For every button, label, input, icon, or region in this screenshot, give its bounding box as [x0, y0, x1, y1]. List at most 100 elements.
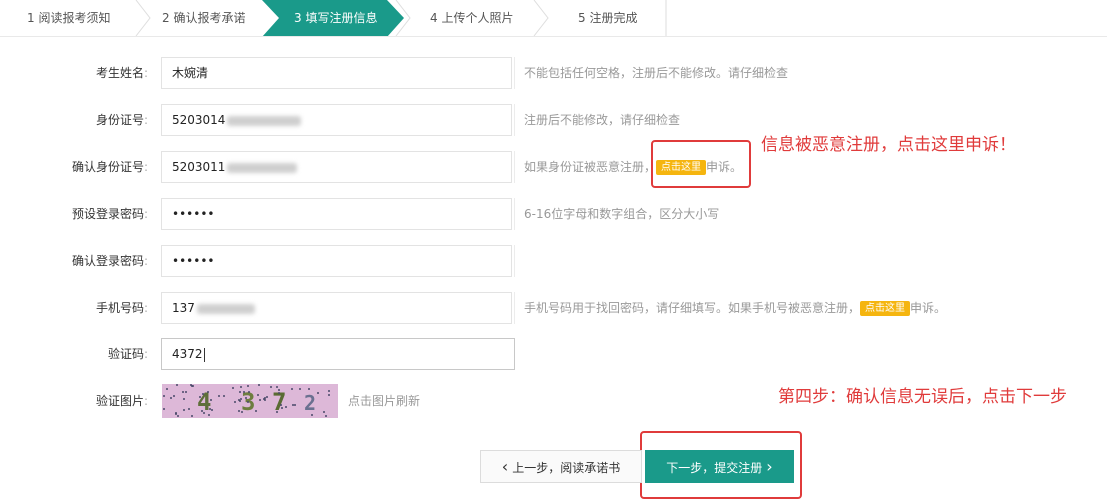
annotation-complain-text: 信息被恶意注册，点击这里申诉！ [761, 135, 1016, 155]
password-hint: 6-16位字母和数字组合，区分大小写 [524, 207, 720, 221]
captcha-noise-dot [240, 398, 242, 400]
id-number-input[interactable]: 5203014 [161, 104, 512, 136]
captcha-noise-dot [276, 386, 278, 388]
captcha-noise-dot [182, 391, 184, 393]
step-2-label: 2 确认报考承诺 [162, 11, 246, 25]
captcha-noise-dot [209, 408, 211, 410]
id-number-value: 5203014 [172, 113, 226, 127]
prev-step-button[interactable]: ‹ 上一步，阅读承诺书 [480, 450, 642, 483]
captcha-noise-dot [234, 401, 236, 403]
captcha-noise-dot [210, 399, 212, 401]
captcha-noise-dot [183, 398, 185, 400]
id-number-hint: 注册后不能修改，请仔细检查 [524, 113, 681, 127]
captcha-noise-dot [311, 414, 313, 416]
captcha-noise-dot [208, 414, 210, 416]
captcha-noise-dot [163, 408, 165, 410]
captcha-noise-dot [292, 404, 294, 406]
captcha-noise-dot [291, 388, 293, 390]
field-separator [514, 104, 515, 136]
password-input[interactable]: •••••• [161, 198, 512, 230]
complain-link-phone[interactable]: 点击这里 [860, 301, 911, 316]
captcha-refresh-hint: 点击图片刷新 [348, 394, 421, 408]
name-hint: 不能包括任何空格，注册后不能修改。请仔细检查 [524, 66, 789, 80]
redacted-blur [227, 115, 302, 126]
captcha-noise-dot [278, 389, 280, 391]
text-cursor [203, 347, 205, 362]
captcha-noise-dot [278, 392, 280, 394]
step-3-label-active: 3 填写注册信息 [294, 11, 378, 25]
captcha-noise-dot [190, 384, 192, 386]
step-progress-bar: 1 阅读报考须知 2 确认报考承诺 3 填写注册信息 4 上传个人照片 5 注册… [0, 0, 668, 37]
annotation-step4-text: 第四步：确认信息无误后，点击下一步 [778, 387, 1067, 407]
captcha-noise-dot [241, 411, 243, 413]
captcha-noise-dot [276, 411, 278, 413]
captcha-noise-dot [201, 410, 203, 412]
phone-value: 137 [172, 301, 195, 315]
field-separator [514, 57, 515, 89]
captcha-noise-dot [223, 395, 225, 397]
captcha-noise-dot [240, 386, 242, 388]
field-separator [514, 198, 515, 230]
captcha-noise-dot [308, 388, 310, 390]
captcha-noise-dot [259, 399, 261, 401]
step-bar-divider [0, 36, 1107, 37]
captcha-noise-dot [317, 392, 319, 394]
captcha-noise-dot [170, 397, 172, 399]
captcha-code-input[interactable]: 4372 [161, 338, 515, 370]
captcha-noise-dot [285, 406, 287, 408]
captcha-noise-dot [247, 385, 249, 387]
captcha-image[interactable]: 4 3 7 2 [162, 384, 338, 418]
captcha-noise-dot [177, 415, 179, 417]
id-confirm-label: 确认身份证号: [71, 160, 148, 174]
id-confirm-value: 5203011 [172, 160, 226, 174]
captcha-noise-dot [255, 410, 257, 412]
captcha-noise-dot [207, 391, 209, 393]
captcha-noise-dot [211, 409, 213, 411]
captcha-noise-dot [188, 408, 190, 410]
captcha-noise-dot [176, 384, 178, 386]
password-confirm-label: 确认登录密码: [71, 254, 148, 268]
captcha-noise-dot [173, 395, 175, 397]
captcha-noise-dot [239, 391, 241, 393]
captcha-noise-dot [257, 394, 259, 396]
phone-label: 手机号码: [95, 301, 148, 315]
annotation-box-complain [651, 140, 751, 188]
captcha-noise-dot [245, 397, 247, 399]
password-value: •••••• [172, 207, 215, 221]
name-label: 考生姓名: [95, 66, 148, 80]
captcha-noise-dot [199, 396, 201, 398]
captcha-noise-dot [163, 395, 165, 397]
chevron-left-icon: ‹ [501, 457, 509, 476]
redacted-blur [227, 162, 298, 173]
redacted-blur [196, 303, 255, 314]
field-separator [514, 292, 515, 324]
captcha-code-value: 4372 [172, 347, 203, 361]
step-1-label: 1 阅读报考须知 [27, 11, 111, 25]
captcha-noise-dot [243, 391, 245, 393]
id-confirm-input[interactable]: 5203011 [161, 151, 512, 183]
captcha-noise-dot [232, 387, 234, 389]
captcha-noise-dot [191, 415, 193, 417]
captcha-noise-dot [185, 391, 187, 393]
captcha-noise-dot [299, 388, 301, 390]
captcha-noise-dot [247, 401, 249, 403]
captcha-image-label: 验证图片: [95, 394, 148, 408]
captcha-noise-dot [238, 410, 240, 412]
step-separator [135, 0, 151, 37]
captcha-noise-dot [248, 391, 250, 393]
captcha-noise-dot [166, 388, 168, 390]
captcha-noise-dot [266, 396, 268, 398]
prev-step-label: 上一步，阅读承诺书 [512, 461, 621, 475]
name-input[interactable]: 木婉清 [161, 57, 512, 89]
next-step-submit-button[interactable]: 下一步，提交注册 › [645, 450, 794, 483]
step-separator [533, 0, 549, 37]
captcha-noise-dot [280, 404, 282, 406]
captcha-noise-dot [328, 390, 330, 392]
password-confirm-input[interactable]: •••••• [161, 245, 512, 277]
phone-input[interactable]: 137 [161, 292, 512, 324]
id-number-label: 身份证号: [95, 113, 148, 127]
step-4-label: 4 上传个人照片 [430, 11, 514, 25]
step-5-label: 5 注册完成 [578, 11, 638, 25]
captcha-noise-dot [264, 399, 266, 401]
captcha-noise-dot [203, 412, 205, 414]
